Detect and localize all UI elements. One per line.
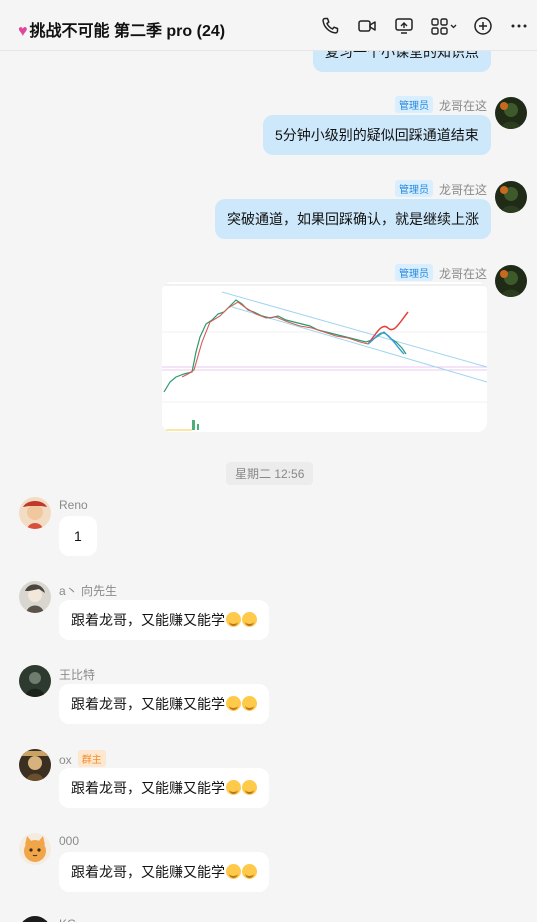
message-bubble-self[interactable]: 突破通道，如果回踩确认，就是继续上涨 bbox=[215, 199, 491, 239]
message-bubble[interactable]: 1 bbox=[59, 516, 97, 556]
phone-icon[interactable] bbox=[320, 16, 340, 36]
sender-name: ox bbox=[59, 753, 72, 767]
admin-badge: 管理员 bbox=[394, 180, 433, 197]
video-icon[interactable] bbox=[357, 16, 377, 36]
sender-name: a丶 向先生 bbox=[59, 584, 118, 598]
sender-name: 龙哥在这 bbox=[438, 267, 487, 281]
emoji-icon bbox=[242, 612, 257, 627]
admin-badge: 管理员 bbox=[394, 264, 433, 281]
more-icon[interactable] bbox=[509, 16, 529, 36]
sender-name: Reno bbox=[59, 498, 88, 512]
sender-name-with-badge: ox 群主 bbox=[59, 750, 106, 767]
apps-icon[interactable] bbox=[430, 16, 458, 36]
emoji-icon bbox=[226, 864, 241, 879]
sender-name: 龙哥在这 bbox=[438, 183, 487, 197]
sender-name: 王比特 bbox=[59, 668, 96, 682]
emoji-icon bbox=[242, 696, 257, 711]
sender-name: 龙哥在这 bbox=[438, 99, 487, 113]
candlestick-chart-picture bbox=[162, 282, 487, 432]
chat-area[interactable]: 复习一个小课堂的知识点 管理员 龙哥在这 5分钟小级别的疑似回踩通道结束 管理员龙… bbox=[0, 50, 537, 922]
admin-badge: 管理员 bbox=[394, 96, 433, 113]
avatar[interactable] bbox=[19, 833, 51, 865]
avatar[interactable] bbox=[495, 97, 527, 129]
screen-share-icon[interactable] bbox=[394, 16, 414, 36]
chat-title: ♥ 挑战不可能 第二季 pro (24) bbox=[18, 23, 226, 40]
message-bubble[interactable]: 跟着龙哥，又能赚又能学 bbox=[59, 852, 269, 892]
avatar[interactable] bbox=[19, 497, 51, 529]
emoji-icon bbox=[226, 780, 241, 795]
heart-icon: ♥ bbox=[18, 23, 28, 40]
time-divider: 星期二 12:56 bbox=[226, 462, 314, 485]
chat-header: ♥ 挑战不可能 第二季 pro (24) bbox=[0, 0, 537, 51]
message-bubble-self[interactable]: 5分钟小级别的疑似回踩通道结束 bbox=[263, 115, 491, 155]
avatar[interactable] bbox=[495, 265, 527, 297]
sender-name: KG bbox=[59, 917, 76, 922]
message-bubble[interactable]: 跟着龙哥，又能赚又能学 bbox=[59, 684, 269, 724]
emoji-icon bbox=[226, 612, 241, 627]
sender-meta: 管理员 龙哥在这 bbox=[394, 264, 487, 282]
sender-name: 000 bbox=[59, 834, 80, 848]
avatar[interactable] bbox=[495, 181, 527, 213]
emoji-icon bbox=[226, 696, 241, 711]
emoji-icon bbox=[242, 780, 257, 795]
chart-image-message[interactable] bbox=[162, 282, 487, 432]
avatar[interactable] bbox=[19, 749, 51, 781]
sender-meta: 管理员 龙哥在这 bbox=[394, 96, 487, 114]
avatar[interactable] bbox=[19, 665, 51, 697]
add-icon[interactable] bbox=[473, 16, 493, 36]
owner-badge: 群主 bbox=[77, 750, 106, 767]
sender-meta: 管理员 龙哥在这 bbox=[394, 180, 487, 198]
message-bubble[interactable]: 跟着龙哥，又能赚又能学 bbox=[59, 600, 269, 640]
message-bubble-self[interactable]: 复习一个小课堂的知识点 bbox=[313, 50, 491, 72]
message-bubble[interactable]: 跟着龙哥，又能赚又能学 bbox=[59, 768, 269, 808]
avatar[interactable] bbox=[19, 916, 51, 922]
emoji-icon bbox=[242, 864, 257, 879]
avatar[interactable] bbox=[19, 581, 51, 613]
